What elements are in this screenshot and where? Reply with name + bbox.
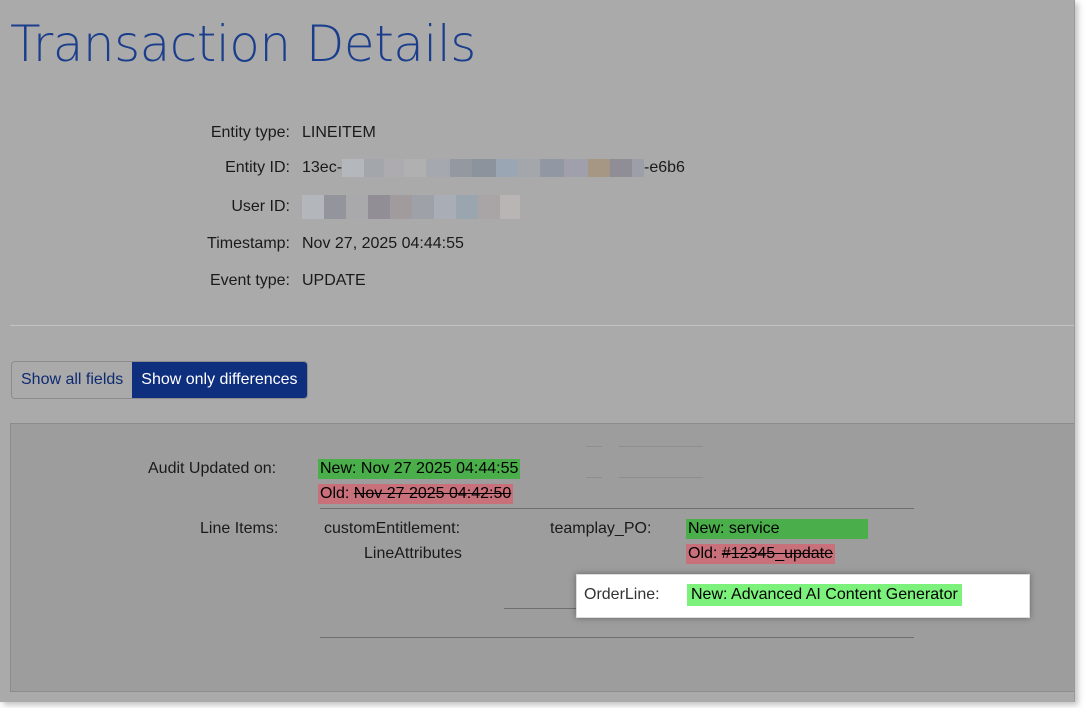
separator-line bbox=[586, 477, 602, 478]
entity-id-value: 13ec- -e6b6 bbox=[302, 158, 685, 178]
entity-id-label: Entity ID: bbox=[225, 159, 290, 176]
user-id-value bbox=[302, 195, 520, 219]
order-line-label: OrderLine: bbox=[584, 586, 660, 603]
audit-updated-new-value: New: Nov 27 2025 04:44:55 bbox=[318, 459, 521, 479]
custom-entitlement-label: customEntitlement: bbox=[324, 520, 461, 537]
teamplay-po-label: teamplay_PO: bbox=[550, 520, 652, 537]
page-title: Transaction Details bbox=[10, 15, 476, 73]
separator-line bbox=[619, 446, 703, 447]
old-value-text: Nov 27 2025 04:42:50 bbox=[353, 485, 512, 502]
timestamp-value: Nov 27, 2025 04:44:55 bbox=[302, 235, 464, 252]
show-all-fields-button[interactable]: Show all fields bbox=[12, 362, 133, 398]
order-line-highlight: OrderLine: New: Advanced AI Content Gene… bbox=[576, 574, 1030, 618]
entity-id-suffix: -e6b6 bbox=[644, 159, 685, 176]
redacted-entity-id bbox=[342, 158, 645, 177]
audit-updated-label: Audit Updated on: bbox=[148, 460, 277, 477]
show-only-differences-button[interactable]: Show only differences bbox=[132, 362, 307, 398]
event-type-label: Event type: bbox=[209, 272, 290, 289]
entity-type-label: Entity type: bbox=[210, 124, 290, 141]
separator-line bbox=[586, 446, 602, 447]
row-divider bbox=[320, 637, 914, 638]
teamplay-po-old-value: Old: #12345_update bbox=[686, 544, 836, 564]
row-divider bbox=[320, 508, 914, 509]
old-prefix: Old: bbox=[320, 485, 354, 502]
old-value-text: #12345_update bbox=[721, 545, 834, 562]
line-attributes-label: LineAttributes bbox=[364, 545, 462, 562]
entity-id-prefix: 13ec- bbox=[302, 159, 343, 176]
entity-type-value: LINEITEM bbox=[302, 124, 376, 141]
timestamp-label: Timestamp: bbox=[207, 235, 290, 252]
user-id-label: User ID: bbox=[231, 198, 290, 215]
view-toggle: Show all fields Show only differences bbox=[11, 361, 308, 399]
redacted-user-id bbox=[302, 195, 520, 219]
audit-updated-old-value: Old: Nov 27 2025 04:42:50 bbox=[318, 484, 514, 504]
section-divider bbox=[10, 325, 1074, 326]
order-line-new-value: New: Advanced AI Content Generator bbox=[687, 584, 962, 606]
old-prefix: Old: bbox=[688, 545, 722, 562]
line-items-label: Line Items: bbox=[200, 520, 279, 537]
separator-line bbox=[619, 477, 703, 478]
event-type-value: UPDATE bbox=[302, 272, 366, 289]
teamplay-po-new-value: New: service bbox=[686, 519, 868, 539]
